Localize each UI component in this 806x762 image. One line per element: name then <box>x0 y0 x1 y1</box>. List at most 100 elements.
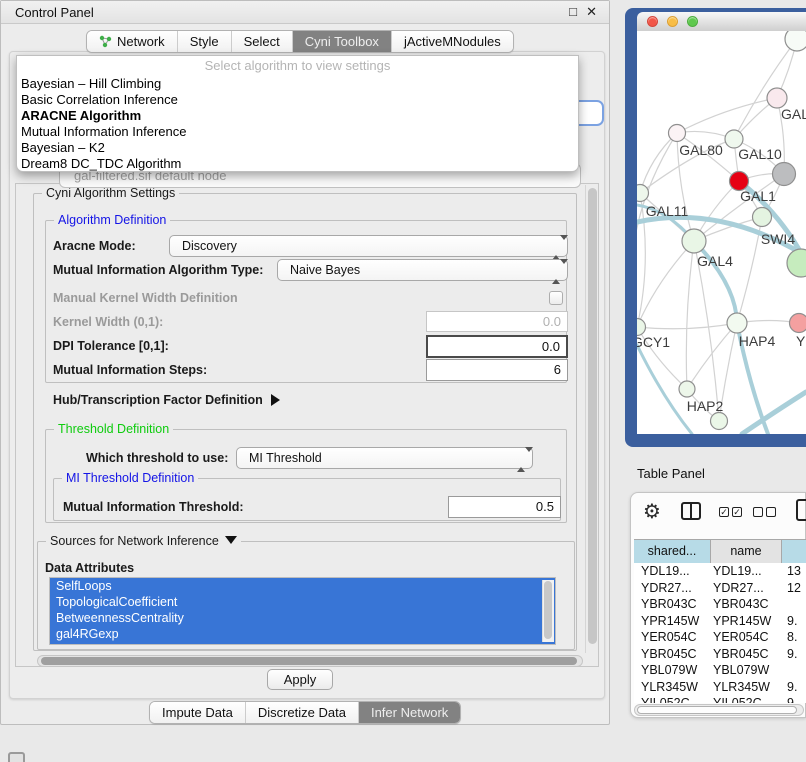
table-row[interactable]: YDR27...YDR27...12 <box>634 580 806 597</box>
table-cell[interactable]: YPR145W <box>634 613 711 630</box>
tab-jactivemnodules[interactable]: jActiveMNodules <box>391 31 513 52</box>
table-cell[interactable]: YER054C <box>711 629 782 646</box>
table-cell[interactable]: YER054C <box>634 629 711 646</box>
mi-steps-field[interactable]: 6 <box>426 359 568 381</box>
zoom-traffic-light-icon[interactable] <box>687 16 698 27</box>
algorithm-option[interactable]: Dream8 DC_TDC Algorithm <box>21 156 574 172</box>
manual-kernel-checkbox[interactable] <box>549 291 563 305</box>
mi-type-combo[interactable]: Naive Bayes <box>277 259 568 281</box>
minimize-traffic-light-icon[interactable] <box>667 16 678 27</box>
list-scrollbar[interactable] <box>542 580 554 642</box>
network-edge[interactable] <box>637 133 677 327</box>
table-cell[interactable]: YDR27... <box>634 580 711 597</box>
table-body[interactable]: YDL19...YDL19...13YDR27...YDR27...12YBR0… <box>634 563 806 703</box>
network-edge[interactable] <box>677 98 777 133</box>
table-cell[interactable]: YDL19... <box>634 563 711 580</box>
network-node[interactable] <box>637 185 649 202</box>
table-cell[interactable]: YLR345W <box>634 679 711 696</box>
network-node[interactable] <box>727 313 747 333</box>
table-horizontal-scrollbar[interactable] <box>634 704 804 716</box>
table-cell[interactable] <box>782 596 806 613</box>
dpi-tolerance-field[interactable]: 0.0 <box>426 335 568 358</box>
network-node[interactable] <box>711 413 728 430</box>
algorithm-option[interactable]: Bayesian – Hill Climbing <box>21 76 574 92</box>
table-cell[interactable]: YIL052C <box>711 695 782 703</box>
table-cell[interactable]: YIL052C <box>634 695 711 703</box>
table-cell[interactable]: 9. <box>782 679 806 696</box>
gear-icon[interactable]: ⚙ <box>643 501 661 523</box>
table-cell[interactable]: YBL079W <box>634 662 711 679</box>
tab-discretize-data[interactable]: Discretize Data <box>245 702 358 723</box>
select-all-checkbox-icon[interactable] <box>719 507 729 517</box>
network-node[interactable] <box>637 319 646 336</box>
attribute-list-item[interactable]: gal4RGexp <box>50 626 555 642</box>
table-cell[interactable]: 9 <box>782 695 806 703</box>
network-view-window[interactable]: GAL7GAL80GAL10GAL1GAL11SWI4GAL4GCY1HAP4Y… <box>625 8 806 447</box>
page-icon[interactable] <box>796 499 806 521</box>
sources-expander[interactable]: Sources for Network Inference <box>46 534 241 549</box>
table-row[interactable]: YDL19...YDL19...13 <box>634 563 806 580</box>
table-row[interactable]: YER054CYER054C8. <box>634 629 806 646</box>
network-node[interactable] <box>679 381 695 397</box>
tab-network[interactable]: Network <box>87 31 177 52</box>
attribute-list-item[interactable]: BetweennessCentrality <box>50 610 555 626</box>
table-row[interactable]: YBR045CYBR045C9. <box>634 646 806 663</box>
table-cell[interactable]: 8. <box>782 629 806 646</box>
table-row[interactable]: YPR145WYPR145W9. <box>634 613 806 630</box>
table-cell[interactable]: YBR043C <box>634 596 711 613</box>
network-edge[interactable] <box>734 39 797 139</box>
network-node[interactable] <box>787 249 806 277</box>
column-header-name[interactable]: name <box>711 540 782 564</box>
algorithm-option[interactable]: Mutual Information Inference <box>21 124 574 140</box>
table-cell[interactable]: YDL19... <box>711 563 782 580</box>
mi-threshold-field[interactable]: 0.5 <box>448 496 561 518</box>
network-node[interactable] <box>773 163 796 186</box>
table-row[interactable]: YLR345WYLR345W9. <box>634 679 806 696</box>
table-cell[interactable]: YLR345W <box>711 679 782 696</box>
settings-horizontal-scrollbar[interactable] <box>37 655 583 667</box>
column-header-shared-name[interactable]: shared... <box>634 540 711 564</box>
network-node[interactable] <box>753 208 772 227</box>
network-node[interactable] <box>682 229 706 253</box>
apply-button[interactable]: Apply <box>267 669 333 690</box>
table-cell[interactable]: YBR045C <box>711 646 782 663</box>
network-edge[interactable] <box>686 241 694 389</box>
aracne-mode-combo[interactable]: Discovery <box>169 235 568 257</box>
network-canvas[interactable]: GAL7GAL80GAL10GAL1GAL11SWI4GAL4GCY1HAP4Y… <box>637 31 806 434</box>
tab-impute-data[interactable]: Impute Data <box>150 702 245 723</box>
algorithm-option[interactable]: Bayesian – K2 <box>21 140 574 156</box>
table-cell[interactable]: YPR145W <box>711 613 782 630</box>
data-attributes-list[interactable]: SelfLoopsTopologicalCoefficientBetweenne… <box>49 577 556 645</box>
table-cell[interactable]: YBL079W <box>711 662 782 679</box>
table-cell[interactable] <box>782 662 806 679</box>
deselect-all-checkbox-icon[interactable] <box>753 507 763 517</box>
tab-style[interactable]: Style <box>177 31 231 52</box>
collapsed-panel-chip[interactable] <box>8 752 25 762</box>
settings-vertical-scrollbar[interactable] <box>585 185 598 653</box>
column-header-clipped[interactable] <box>782 540 806 564</box>
float-window-icon[interactable]: □ <box>569 4 577 19</box>
table-cell[interactable]: YBR043C <box>711 596 782 613</box>
attribute-list-item[interactable]: TopologicalCoefficient <box>50 594 555 610</box>
table-cell[interactable]: YDR27... <box>711 580 782 597</box>
close-window-icon[interactable]: ✕ <box>586 4 597 20</box>
close-traffic-light-icon[interactable] <box>647 16 658 27</box>
table-cell[interactable]: 13 <box>782 563 806 580</box>
network-edge-selected[interactable] <box>742 392 806 434</box>
table-row[interactable]: YIL052CYIL052C9 <box>634 695 806 703</box>
tab-select[interactable]: Select <box>231 31 292 52</box>
network-node[interactable] <box>785 31 806 51</box>
attribute-list-item[interactable]: SelfLoops <box>50 578 555 594</box>
tab-cyni-toolbox[interactable]: Cyni Toolbox <box>292 31 391 52</box>
which-threshold-combo[interactable]: MI Threshold <box>236 447 533 469</box>
table-cell[interactable]: YBR045C <box>634 646 711 663</box>
algorithm-option[interactable]: ARACNE Algorithm <box>21 108 574 124</box>
network-node[interactable] <box>669 125 686 142</box>
network-node[interactable] <box>790 314 806 333</box>
algorithm-option[interactable]: Basic Correlation Inference <box>21 92 574 108</box>
table-row[interactable]: YBL079WYBL079W <box>634 662 806 679</box>
columns-icon[interactable] <box>681 502 701 520</box>
table-cell[interactable]: 9. <box>782 613 806 630</box>
tab-infer-network[interactable]: Infer Network <box>358 702 460 723</box>
network-node[interactable] <box>767 88 787 108</box>
